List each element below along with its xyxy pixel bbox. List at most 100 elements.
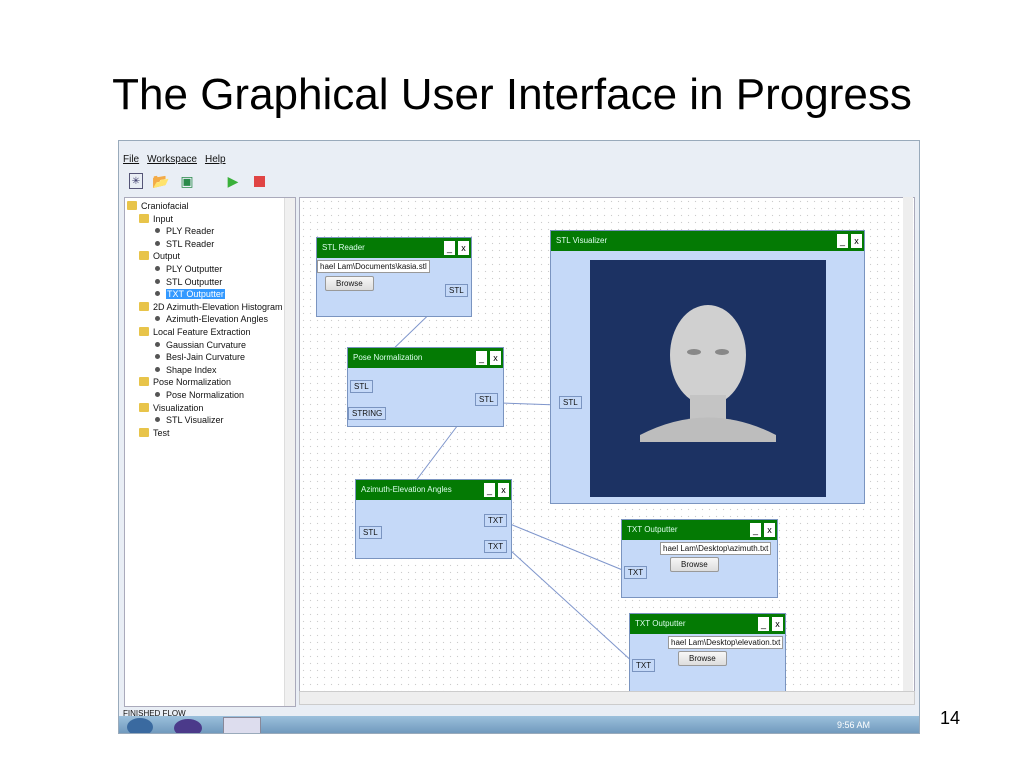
tree-item[interactable]: Azimuth-Elevation Angles	[155, 313, 268, 325]
tree-item[interactable]: Output	[139, 250, 180, 262]
tree-item[interactable]: Pose Normalization	[155, 389, 244, 401]
tree-item[interactable]: STL Outputter	[155, 276, 222, 288]
java-app-icon[interactable]	[223, 717, 261, 733]
menu-bar: File Workspace Help	[123, 154, 226, 168]
tree-item-label: PLY Outputter	[166, 264, 223, 274]
txt-outputter-node[interactable]: TXT Outputter _ x hael Lam\Desktop\azimu…	[621, 519, 778, 598]
workflow-canvas[interactable]: STL Reader _ x hael Lam\Documents\kasia.…	[299, 197, 915, 693]
folder-icon	[139, 213, 149, 223]
input-port-stl[interactable]: STL	[350, 380, 373, 393]
tree-item-label: Craniofacial	[141, 201, 189, 211]
tree-item-label: Pose Normalization	[166, 390, 245, 400]
output-port-stl[interactable]: STL	[475, 393, 498, 406]
node-bullet-icon	[155, 354, 160, 360]
tree-item[interactable]: Local Feature Extraction	[139, 326, 251, 338]
output-port-txt[interactable]: TXT	[484, 514, 508, 527]
tree-item-label: Output	[153, 251, 181, 262]
tree-item[interactable]: PLY Reader	[155, 225, 214, 237]
node-title: TXT Outputter	[635, 619, 686, 628]
toolbar: ✳ 📂 ▣ ▶	[129, 173, 267, 189]
close-button[interactable]: x	[498, 483, 509, 497]
tree-item[interactable]: Visualization	[139, 402, 203, 414]
file-path-field[interactable]: hael Lam\Desktop\azimuth.txt	[660, 542, 772, 555]
tree-item[interactable]: STL Reader	[155, 238, 214, 250]
open-folder-icon[interactable]: 📂	[152, 173, 169, 189]
folder-icon	[139, 427, 149, 437]
stop-icon[interactable]	[251, 173, 267, 189]
app-window: File Workspace Help ✳ 📂 ▣ ▶ Craniofacial…	[118, 140, 920, 734]
tree-item-label: 2D Azimuth-Elevation Histogram	[153, 301, 283, 312]
minimize-button[interactable]: _	[750, 523, 761, 537]
tree-item[interactable]: TXT Outputter	[155, 288, 225, 300]
browse-button[interactable]: Browse	[670, 557, 719, 572]
input-port-stl[interactable]: STL	[359, 526, 382, 539]
input-port-stl[interactable]: STL	[559, 396, 582, 409]
tree-item-label: Local Feature Extraction	[153, 327, 251, 337]
tree-item[interactable]: Craniofacial	[127, 200, 189, 212]
minimize-button[interactable]: _	[444, 241, 455, 255]
file-path-field[interactable]: hael Lam\Desktop\elevation.txt	[668, 636, 784, 649]
input-port-txt[interactable]: TXT	[624, 566, 648, 579]
browse-button[interactable]: Browse	[325, 276, 374, 291]
canvas-vertical-scrollbar[interactable]	[903, 197, 913, 691]
tree-item-label: STL Outputter	[166, 276, 223, 287]
tree-item[interactable]: Pose Normalization	[139, 376, 231, 388]
tree-item[interactable]: Besl-Jain Curvature	[155, 351, 245, 363]
folder-icon	[139, 301, 149, 311]
close-button[interactable]: x	[851, 234, 862, 248]
minimize-button[interactable]: _	[758, 617, 769, 631]
minimize-button[interactable]: _	[476, 351, 487, 365]
menu-workspace[interactable]: Workspace	[147, 154, 197, 168]
page-number: 14	[940, 708, 961, 728]
tree-item-label: Input	[153, 213, 174, 224]
face-model-image	[640, 305, 776, 442]
txt-outputter-node[interactable]: TXT Outputter _ x hael Lam\Desktop\eleva…	[629, 613, 786, 692]
close-button[interactable]: x	[490, 351, 501, 365]
3d-viewport[interactable]	[590, 260, 826, 497]
tree-item[interactable]: STL Visualizer	[155, 414, 224, 426]
menu-help[interactable]: Help	[205, 154, 226, 168]
eclipse-icon[interactable]	[174, 719, 202, 733]
file-path-field[interactable]: hael Lam\Documents\kasia.stl	[317, 260, 430, 273]
node-title: Azimuth-Elevation Angles	[361, 485, 452, 494]
new-file-icon[interactable]: ✳	[129, 173, 143, 189]
input-port-txt[interactable]: TXT	[632, 659, 656, 672]
tree-item[interactable]: PLY Outputter	[155, 263, 222, 275]
menu-file[interactable]: File	[123, 154, 139, 168]
tree-item[interactable]: Test	[139, 427, 170, 439]
minimize-button[interactable]: _	[837, 234, 848, 248]
pose-normalization-node[interactable]: Pose Normalization _ x STL STRING STL	[347, 347, 504, 427]
node-bullet-icon	[155, 228, 160, 234]
tree-item-label: TXT Outputter	[166, 289, 225, 300]
browse-button[interactable]: Browse	[678, 651, 727, 666]
tree-item[interactable]: Shape Index	[155, 364, 217, 376]
tree-item[interactable]: 2D Azimuth-Elevation Histogram	[139, 301, 283, 313]
start-button[interactable]	[127, 718, 153, 733]
close-button[interactable]: x	[764, 523, 775, 537]
run-icon[interactable]: ▶	[225, 173, 241, 189]
input-port-string[interactable]: STRING	[348, 407, 387, 420]
folder-icon	[139, 327, 149, 336]
tree-item[interactable]: Input	[139, 213, 173, 225]
canvas-horizontal-scrollbar[interactable]	[299, 691, 915, 705]
node-bullet-icon	[155, 417, 160, 423]
azimuth-elevation-node[interactable]: Azimuth-Elevation Angles _ x STL TXT TXT	[355, 479, 512, 559]
connection	[509, 523, 626, 572]
close-button[interactable]: x	[458, 241, 469, 255]
minimize-button[interactable]: _	[484, 483, 495, 497]
close-button[interactable]: x	[772, 617, 783, 631]
tree-scrollbar[interactable]	[284, 198, 295, 706]
output-port-stl[interactable]: STL	[445, 284, 468, 297]
folder-icon	[127, 201, 137, 210]
node-bullet-icon	[155, 392, 160, 397]
stl-reader-node[interactable]: STL Reader _ x hael Lam\Documents\kasia.…	[316, 237, 472, 317]
output-port-txt[interactable]: TXT	[484, 540, 508, 553]
save-icon[interactable]: ▣	[179, 173, 195, 189]
tree-item-label: STL Visualizer	[166, 415, 224, 426]
node-bullet-icon	[155, 341, 160, 347]
tree-item[interactable]: Gaussian Curvature	[155, 339, 246, 351]
tree-item-label: Shape Index	[166, 364, 217, 375]
tree-item-label: Test	[153, 427, 170, 438]
clock[interactable]: 9:56 AM	[837, 720, 870, 730]
stl-visualizer-node[interactable]: STL Visualizer _ x STL	[550, 230, 865, 504]
